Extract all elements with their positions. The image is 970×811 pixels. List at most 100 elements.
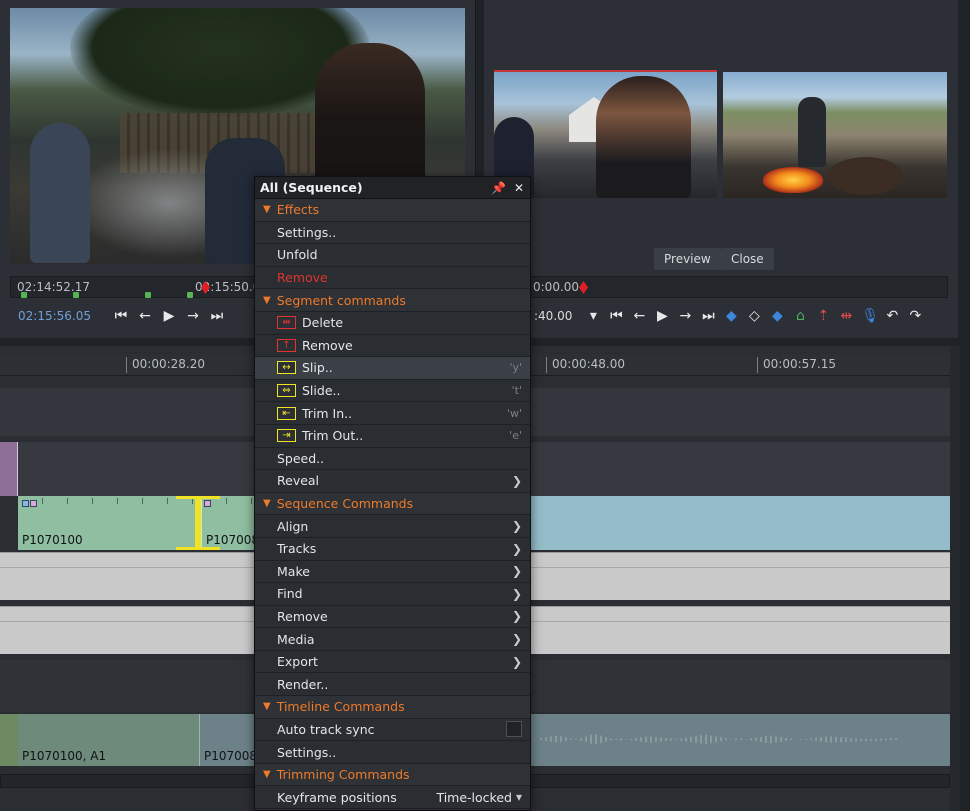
menu-item[interactable]: Reveal ❯ [255, 470, 530, 493]
chevron-down-icon[interactable]: ▾ [516, 790, 522, 804]
menu-item[interactable]: Remove ❯ [255, 605, 530, 629]
menu-item[interactable]: ⇹ Delete [255, 311, 530, 335]
audio-clip[interactable]: P1070100, A1 [18, 714, 200, 766]
menu-section-header[interactable]: ▼ Effects [255, 199, 530, 222]
context-menu: All (Sequence) 📌 ✕ ▼ Effects Settings.. Unf… [254, 176, 531, 811]
trim-out-icon: ⇥ [277, 429, 296, 443]
step-forward-icon[interactable]: → [185, 309, 201, 323]
menu-section-header[interactable]: ▼ Trimming Commands [255, 763, 530, 787]
menu-section-header[interactable]: ▼ Sequence Commands [255, 492, 530, 516]
ruler-label: 00:00:57.15 [757, 357, 836, 373]
audio-clip[interactable] [0, 714, 18, 766]
mark-in-icon[interactable]: ◆ [723, 309, 739, 323]
trim-in-icon: ⇤ [277, 406, 296, 420]
menu-item[interactable]: ↑ Remove [255, 334, 530, 358]
close-button[interactable]: Close [721, 248, 774, 270]
redo-icon[interactable]: ↷ [907, 309, 923, 323]
submenu-chevron-icon: ❯ [511, 564, 522, 579]
submenu-chevron-icon: ❯ [511, 586, 522, 601]
collapse-triangle-icon: ▼ [263, 498, 271, 510]
go-to-end-icon[interactable]: ⏭ [700, 309, 716, 323]
menu-item[interactable]: Settings.. [255, 221, 530, 245]
play-icon[interactable]: ▶ [161, 309, 177, 323]
incoming-frame-thumbnail [723, 72, 947, 198]
menu-item[interactable]: Auto track sync [255, 718, 530, 742]
waveform [540, 733, 900, 745]
source-timecode-start: 02:14:52.17 [17, 280, 90, 294]
collapse-triangle-icon: ▼ [263, 769, 271, 781]
menu-item[interactable]: ⇥ Trim Out.. 'e' [255, 424, 530, 448]
menu-item[interactable]: Settings.. [255, 741, 530, 764]
go-to-end-icon[interactable]: ⏭ [209, 309, 225, 323]
ruler-label: 00:00:48.00 [546, 357, 625, 373]
menu-item-label: Slide.. [302, 383, 341, 399]
submenu-chevron-icon: ❯ [511, 519, 522, 534]
menu-section-header[interactable]: ▼ Timeline Commands [255, 696, 530, 719]
go-to-start-icon[interactable]: ⏮ [608, 309, 624, 323]
go-to-start-icon[interactable]: ⏮ [113, 309, 129, 323]
auto-track-sync-checkbox[interactable] [506, 721, 522, 738]
menu-item-label: Auto track sync [277, 721, 375, 737]
close-icon[interactable]: ✕ [514, 181, 524, 195]
menu-item[interactable]: Export ❯ [255, 650, 530, 674]
source-transport-controls: 02:15:56.05 ⏮ ← ▶ → ⏭ [18, 306, 225, 326]
in-point-marker-icon[interactable] [579, 281, 588, 294]
menu-item-label: Speed.. [277, 450, 325, 466]
menu-item-label: Align [277, 518, 309, 534]
pin-icon[interactable]: 📌 [491, 181, 506, 195]
keyframe-positions-select[interactable]: Time-locked [436, 790, 512, 805]
menu-item[interactable]: Make ❯ [255, 560, 530, 584]
submenu-chevron-icon: ❯ [511, 541, 522, 556]
menu-item[interactable]: Find ❯ [255, 583, 530, 606]
add-marker-icon[interactable]: ⌂ [792, 309, 808, 323]
record-transport-controls: :40.00 ▾ ⏮ ← ▶ → ⏭ ◆ ◇ ◆ ⌂ ⇡ ⇹ 🎙 ↶ ↷ [534, 306, 923, 326]
menu-section-header[interactable]: ▼ Segment commands [255, 289, 530, 312]
menu-item[interactable]: Speed.. [255, 447, 530, 471]
menu-item[interactable]: ↔ Slip.. 'y' [255, 357, 530, 380]
mark-out-icon[interactable]: ◆ [769, 309, 785, 323]
undo-icon[interactable]: ↶ [884, 309, 900, 323]
record-current-timecode[interactable]: :40.00 [534, 309, 572, 323]
voiceover-mic-icon[interactable]: 🎙 [861, 309, 879, 323]
step-forward-icon[interactable]: → [677, 309, 693, 323]
menu-item-label: Trim In.. [302, 405, 353, 421]
menu-item[interactable]: ⇤ Trim In.. 'w' [255, 402, 530, 425]
slip-handle-right[interactable] [198, 496, 220, 550]
menu-item[interactable]: Media ❯ [255, 628, 530, 651]
extract-icon[interactable]: ⇹ [838, 309, 854, 323]
menu-item[interactable]: Remove [255, 266, 530, 290]
preview-button[interactable]: Preview [654, 248, 721, 270]
menu-item[interactable]: Tracks ❯ [255, 537, 530, 561]
clip-badge-icon [22, 500, 29, 507]
step-back-icon[interactable]: ← [631, 309, 647, 323]
menu-section-label: Effects [276, 202, 320, 218]
menu-section-label: Sequence Commands [276, 496, 414, 512]
slip-handle-left[interactable] [176, 496, 198, 550]
mark-clip-icon[interactable]: ◇ [746, 309, 762, 323]
slip-icon: ↔ [277, 361, 296, 375]
dropdown-chevron-icon[interactable]: ▾ [585, 309, 601, 323]
video-clip-selected[interactable] [530, 496, 950, 550]
menu-item-label: Trim Out.. [302, 428, 364, 444]
marker-tick-icon [145, 292, 151, 298]
step-back-icon[interactable]: ← [137, 309, 153, 323]
menu-section-label: Trimming Commands [276, 767, 410, 783]
menu-item-label: Make [277, 563, 310, 579]
record-timecode-bar[interactable]: 0:00.00 [494, 276, 948, 298]
play-icon[interactable]: ▶ [654, 309, 670, 323]
effect-clip[interactable] [0, 442, 18, 496]
clip-label: P1070100, A1 [22, 749, 107, 763]
source-current-timecode[interactable]: 02:15:56.05 [18, 309, 91, 323]
menu-item[interactable]: ⇔ Slide.. 't' [255, 379, 530, 403]
menu-item-shortcut: 'y' [509, 361, 522, 375]
menu-item-label: Render.. [277, 676, 329, 692]
lift-icon[interactable]: ⇡ [815, 309, 831, 323]
video-clip[interactable]: P1070100 [18, 496, 202, 550]
clip-label: P1070100 [22, 533, 83, 547]
menu-item[interactable]: Render.. [255, 673, 530, 697]
menu-item[interactable]: Align ❯ [255, 515, 530, 538]
marker-tick-icon [73, 292, 79, 298]
menu-item-label: Remove [277, 270, 328, 286]
menu-item[interactable]: Keyframe positions Time-locked ▾ [255, 786, 530, 810]
menu-item[interactable]: Unfold [255, 244, 530, 267]
